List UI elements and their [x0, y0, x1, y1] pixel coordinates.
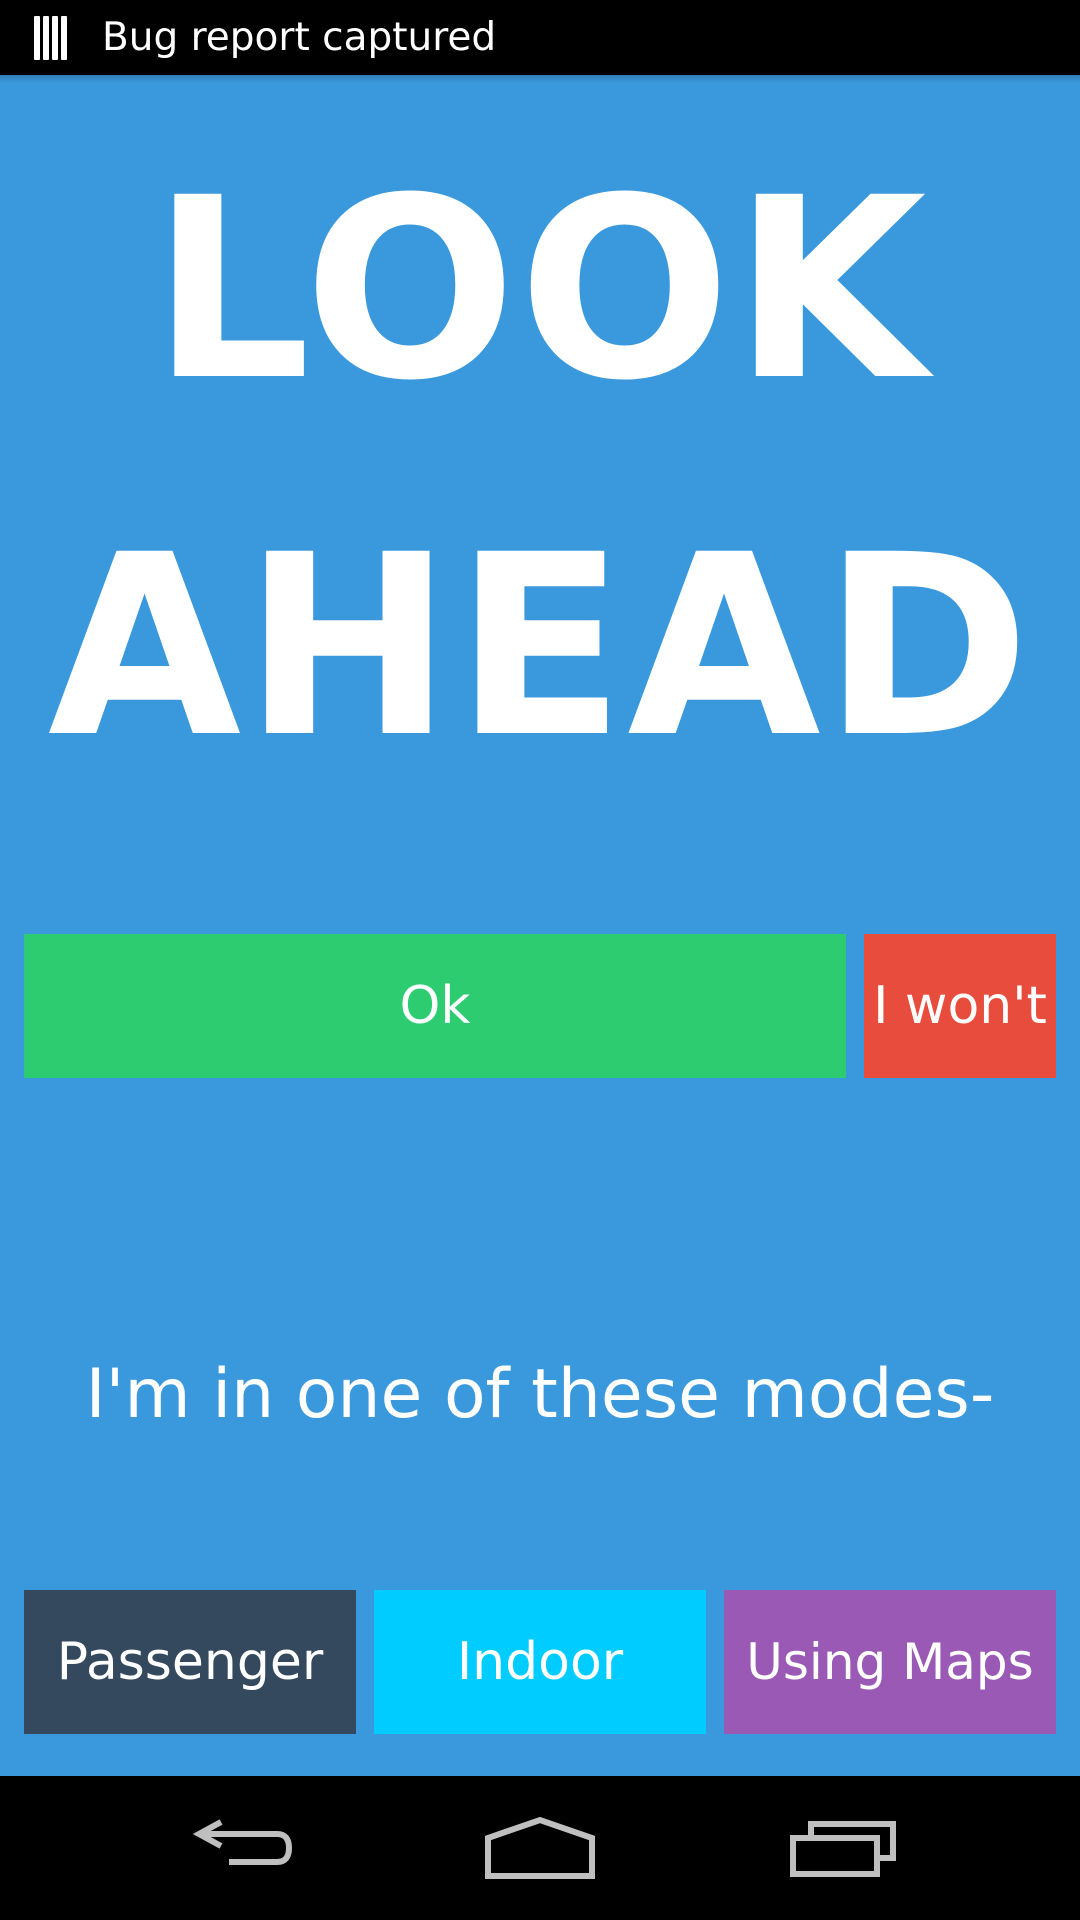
back-icon: [192, 1819, 293, 1865]
status-bar: Bug report captured: [0, 0, 1080, 75]
status-bar-shadow: [0, 75, 1080, 83]
navigation-bar: [0, 1776, 1080, 1920]
back-button[interactable]: [140, 1776, 340, 1920]
home-icon: [485, 1816, 595, 1879]
wont-button[interactable]: I won't: [864, 934, 1056, 1078]
ok-button[interactable]: Ok: [24, 934, 846, 1078]
passenger-mode-button[interactable]: Passenger: [24, 1590, 356, 1734]
app-screen: Bug report captured LOOK AHEAD Ok I won'…: [0, 0, 1080, 1920]
headline-line-2: AHEAD: [47, 501, 1033, 792]
modes-prompt: I'm in one of these modes-: [85, 1355, 995, 1434]
recents-icon: [790, 1821, 896, 1877]
indoor-mode-button[interactable]: Indoor: [374, 1590, 706, 1734]
recents-button[interactable]: [744, 1776, 944, 1920]
using-maps-mode-button[interactable]: Using Maps: [724, 1590, 1056, 1734]
bug-report-icon: [34, 15, 70, 60]
status-notification-text: Bug report captured: [102, 15, 497, 60]
headline-line-1: LOOK: [151, 144, 929, 435]
home-button[interactable]: [440, 1776, 640, 1920]
